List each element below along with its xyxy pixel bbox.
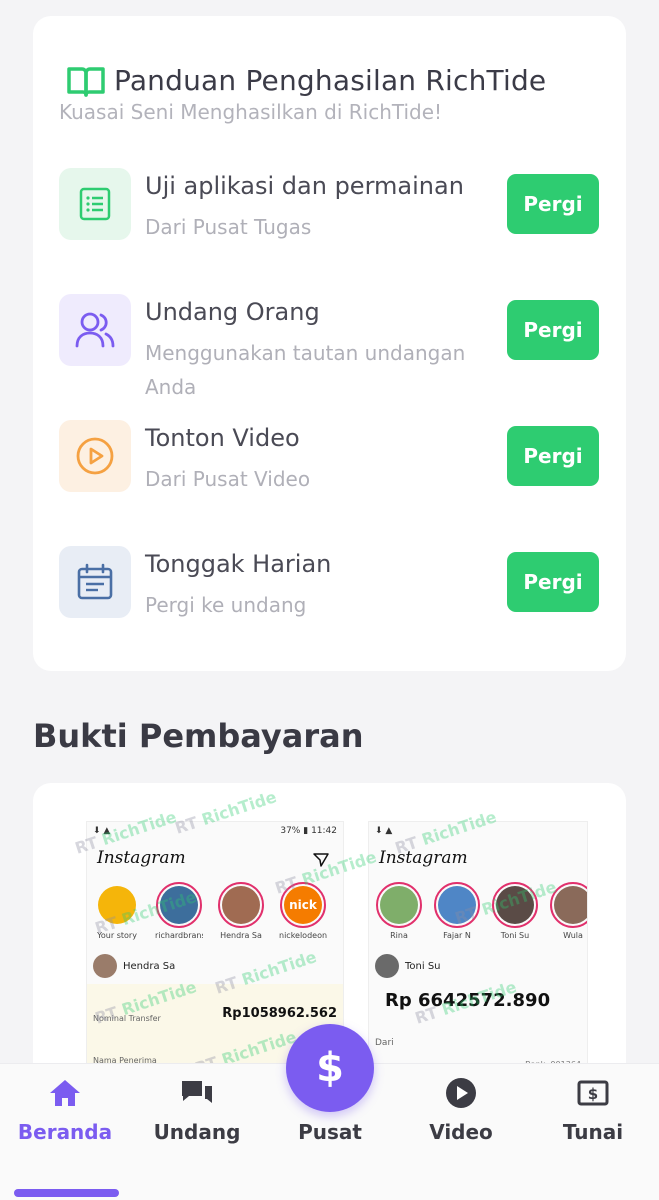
go-button-invite-people[interactable]: Pergi (507, 300, 599, 360)
instagram-logo: Instagram (97, 848, 186, 868)
home-icon (48, 1076, 82, 1110)
svg-text:$: $ (588, 1085, 598, 1103)
story-avatar: Rina (375, 882, 423, 940)
center-dollar-button[interactable]: $ (286, 1024, 374, 1112)
task-description: Dari Pusat Video (145, 467, 311, 491)
earning-guide-card: Panduan Penghasilan RichTide Kuasai Seni… (33, 16, 626, 671)
task-title: Tonton Video (145, 424, 300, 452)
guide-subtitle: Kuasai Seni Menghasilkan di RichTide! (59, 100, 443, 124)
payment-proof-heading: Bukti Pembayaran (33, 717, 364, 755)
guide-header: Panduan Penghasilan RichTide (66, 64, 546, 97)
task-title: Tonggak Harian (145, 550, 332, 578)
nav-item-beranda[interactable]: Beranda (0, 1076, 130, 1144)
book-icon (67, 66, 105, 97)
task-title: Undang Orang (145, 298, 320, 326)
nav-label: Undang (153, 1120, 241, 1144)
task-description: Pergi ke undang (145, 593, 307, 617)
go-button-watch-video[interactable]: Pergi (507, 426, 599, 486)
active-tab-indicator (14, 1189, 119, 1197)
calendar-icon (59, 546, 131, 618)
story-avatar: Hendra Sa (217, 882, 265, 940)
guide-title: Panduan Penghasilan RichTide (114, 64, 547, 97)
post-user: Hendra Sa (93, 954, 175, 978)
cash-icon: $ (576, 1076, 610, 1110)
chat-icon (180, 1076, 214, 1110)
nav-label: Pusat (298, 1120, 362, 1144)
go-button-daily-milestone[interactable]: Pergi (507, 552, 599, 612)
list-icon (59, 168, 131, 240)
task-title: Uji aplikasi dan permainan (145, 172, 464, 200)
nav-item-undang[interactable]: Undang (132, 1076, 262, 1144)
task-description: Menggunakan tautan undangan Anda (145, 341, 466, 399)
play-icon (444, 1076, 478, 1110)
nav-item-video[interactable]: Video (396, 1076, 526, 1144)
instagram-logo: Instagram (379, 848, 468, 868)
nav-item-tunai[interactable]: $ Tunai (528, 1076, 658, 1144)
post-user: Toni Su (375, 954, 441, 978)
nav-label: Beranda (17, 1120, 113, 1144)
go-button-test-apps[interactable]: Pergi (507, 174, 599, 234)
play-circle-icon (59, 420, 131, 492)
users-icon (59, 294, 131, 366)
nav-label: Video (429, 1120, 493, 1144)
task-description: Dari Pusat Tugas (145, 215, 312, 239)
nav-label: Tunai (562, 1120, 624, 1144)
